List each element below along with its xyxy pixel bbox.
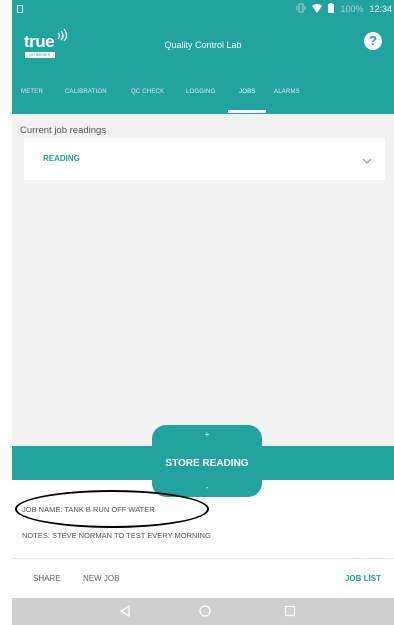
job-list-button[interactable]: JOB LIST <box>345 574 381 583</box>
share-button[interactable]: SHARE <box>33 574 61 583</box>
job-notes: NOTES: STEVE NORMAN TO TEST EVERY MORNIN… <box>22 531 211 540</box>
system-nav-bar <box>12 598 394 625</box>
clock: 12:34 <box>369 4 392 14</box>
battery-icon <box>328 3 335 15</box>
tab-bar: METER CALIBRATION QC CHECK LOGGING JOBS … <box>12 66 394 114</box>
battery-percent: 100% <box>340 4 364 14</box>
home-icon[interactable] <box>198 604 212 623</box>
store-reading-button[interactable]: STORE READING <box>152 458 262 469</box>
app-bar: true pH SERIES Quality Control Lab ? <box>12 18 394 66</box>
tab-qc-check[interactable]: QC CHECK <box>131 89 164 95</box>
job-readings-panel: Current job readings READING <box>12 114 394 446</box>
active-tab-indicator <box>228 110 266 113</box>
tab-alarms[interactable]: ALARMS <box>274 89 300 95</box>
tab-logging[interactable]: LOGGING <box>186 89 215 95</box>
new-job-button[interactable]: NEW JOB <box>83 574 119 583</box>
bottom-action-bar: SHARE NEW JOB JOB LIST <box>12 558 394 598</box>
increment-button[interactable]: + <box>152 430 262 439</box>
tab-jobs[interactable]: JOBS <box>239 89 255 95</box>
tab-calibration[interactable]: CALIBRATION <box>65 89 107 95</box>
tab-meter[interactable]: METER <box>21 89 43 95</box>
app-title: Quality Control Lab <box>164 40 242 50</box>
vibrate-icon <box>296 3 306 15</box>
wifi-icon <box>312 3 323 15</box>
dropdown-label: READING <box>43 154 80 163</box>
logo-subtitle: pH SERIES <box>25 52 55 58</box>
section-title: Current job readings <box>20 125 107 136</box>
back-icon[interactable] <box>119 604 131 623</box>
reading-dropdown[interactable]: READING <box>24 138 385 180</box>
sim-card-icon <box>17 5 23 13</box>
help-icon[interactable]: ? <box>364 32 382 50</box>
chevron-down-icon[interactable] <box>361 152 373 170</box>
status-bar: 100% 12:34 <box>12 0 394 18</box>
decrement-button[interactable]: - <box>152 483 262 492</box>
highlight-ellipse <box>15 490 209 528</box>
recents-icon[interactable] <box>283 604 297 623</box>
